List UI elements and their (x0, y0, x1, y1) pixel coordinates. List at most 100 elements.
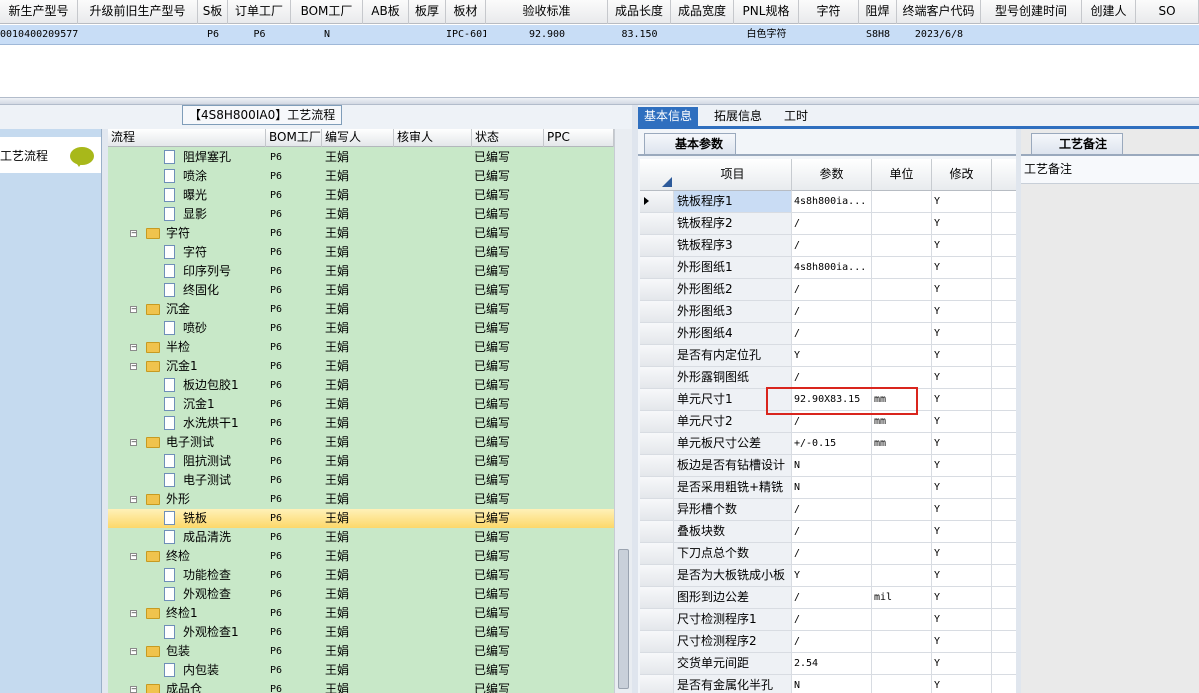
tree-row[interactable]: 功能检查 P6 王娟 已编写 (108, 566, 614, 585)
tab-process-remarks[interactable]: 工艺备注 (1031, 133, 1123, 154)
tree-row[interactable]: 字符 P6 王娟 已编写 (108, 243, 614, 262)
tree-node[interactable]: − 字符 (108, 224, 266, 243)
param-modify-cell[interactable]: Y (932, 323, 992, 344)
grid-cell[interactable]: N (291, 25, 363, 45)
param-value-cell[interactable]: / (792, 301, 872, 322)
param-row[interactable]: 下刀点总个数 / Y (640, 543, 1017, 565)
param-unit-cell[interactable] (872, 521, 932, 542)
select-all-corner-icon[interactable] (662, 177, 672, 187)
column-header[interactable]: 成品长度 (608, 0, 671, 24)
column-header[interactable]: 验收标准 (486, 0, 608, 24)
param-unit-cell[interactable] (872, 477, 932, 498)
param-unit-cell[interactable] (872, 653, 932, 674)
tree-row[interactable]: 阻焊塞孔 P6 王娟 已编写 (108, 148, 614, 167)
grid-cell[interactable]: 白色字符 (734, 25, 799, 45)
tree-row[interactable]: 铣板 P6 王娟 已编写 (108, 509, 614, 528)
tree-node[interactable]: 沉金1 (108, 395, 266, 414)
tree-node[interactable]: 显影 (108, 205, 266, 224)
param-unit-cell[interactable] (872, 543, 932, 564)
tree-row[interactable]: − 半检 P6 王娟 已编写 (108, 338, 614, 357)
param-row[interactable]: 是否有内定位孔 Y Y (640, 345, 1017, 367)
tree-node[interactable]: 阻抗测试 (108, 452, 266, 471)
row-header[interactable] (640, 301, 674, 322)
param-value-cell[interactable]: / (792, 213, 872, 234)
tree-node[interactable]: 字符 (108, 243, 266, 262)
tree-row[interactable]: 水洗烘干1 P6 王娟 已编写 (108, 414, 614, 433)
tree-node[interactable]: 曝光 (108, 186, 266, 205)
param-value-cell[interactable]: / (792, 323, 872, 344)
param-unit-cell[interactable] (872, 609, 932, 630)
param-value-cell[interactable]: / (792, 279, 872, 300)
param-column-header[interactable]: 单位 (872, 159, 932, 191)
row-header[interactable] (640, 191, 674, 212)
tree-node[interactable]: − 沉金1 (108, 357, 266, 376)
tree-node[interactable]: − 成品仓 (108, 680, 266, 693)
tree-row[interactable]: 板边包胶1 P6 王娟 已编写 (108, 376, 614, 395)
tree-row[interactable]: 外观检查1 P6 王娟 已编写 (108, 623, 614, 642)
param-modify-cell[interactable]: Y (932, 521, 992, 542)
row-header[interactable] (640, 543, 674, 564)
row-header[interactable] (640, 257, 674, 278)
collapse-icon[interactable]: − (130, 686, 137, 693)
param-row[interactable]: 异形槽个数 / Y (640, 499, 1017, 521)
param-row[interactable]: 外形露铜图纸 / Y (640, 367, 1017, 389)
param-unit-cell[interactable] (872, 367, 932, 388)
param-row[interactable]: 铣板程序3/ Y (640, 235, 1017, 257)
param-value-cell[interactable]: / (792, 521, 872, 542)
grid-cell[interactable]: 92.900 (486, 25, 608, 45)
tree-scroll-thumb[interactable] (618, 549, 629, 689)
param-modify-cell[interactable]: Y (932, 653, 992, 674)
tree-row[interactable]: − 终检 P6 王娟 已编写 (108, 547, 614, 566)
tree-node[interactable]: 内包装 (108, 661, 266, 680)
row-header[interactable] (640, 411, 674, 432)
grid-cell[interactable] (78, 25, 198, 45)
tree-node[interactable]: 外观检查1 (108, 623, 266, 642)
collapse-icon[interactable]: − (130, 648, 137, 655)
horizontal-splitter[interactable] (0, 97, 1199, 105)
tree-row[interactable]: − 沉金1 P6 王娟 已编写 (108, 357, 614, 376)
nav-item-process-flow[interactable]: 工艺流程 (0, 137, 101, 173)
param-modify-cell[interactable]: Y (932, 389, 992, 410)
param-value-cell[interactable]: / (792, 631, 872, 652)
grid-cell[interactable] (981, 25, 1082, 45)
row-header[interactable] (640, 455, 674, 476)
tree-column-header[interactable]: 核审人 (394, 129, 472, 147)
param-value-cell[interactable]: / (792, 367, 872, 388)
grid-cell[interactable]: S8H8 (859, 25, 897, 45)
tree-node[interactable]: − 半检 (108, 338, 266, 357)
tree-row[interactable]: 成品清洗 P6 王娟 已编写 (108, 528, 614, 547)
param-value-cell[interactable]: 2.54 (792, 653, 872, 674)
param-unit-cell[interactable] (872, 565, 932, 586)
column-header[interactable]: SO (1136, 0, 1199, 24)
param-modify-cell[interactable]: Y (932, 675, 992, 693)
tree-row[interactable]: − 电子测试 P6 王娟 已编写 (108, 433, 614, 452)
tree-node[interactable]: 喷涂 (108, 167, 266, 186)
param-modify-cell[interactable]: Y (932, 631, 992, 652)
param-row[interactable]: 交货单元间距 2.54 Y (640, 653, 1017, 675)
param-unit-cell[interactable] (872, 323, 932, 344)
grid-cell[interactable]: 83.150 (608, 25, 671, 45)
column-header[interactable]: 订单工厂 (228, 0, 291, 24)
column-header[interactable]: 板材 (446, 0, 486, 24)
tree-node[interactable]: − 外形 (108, 490, 266, 509)
row-header[interactable] (640, 499, 674, 520)
column-header[interactable]: 成品宽度 (671, 0, 734, 24)
tree-node[interactable]: − 包装 (108, 642, 266, 661)
tree-row[interactable]: 显影 P6 王娟 已编写 (108, 205, 614, 224)
param-modify-cell[interactable]: Y (932, 543, 992, 564)
tree-row[interactable]: 电子测试 P6 王娟 已编写 (108, 471, 614, 490)
param-value-cell[interactable]: N (792, 675, 872, 693)
grid-cell[interactable] (363, 25, 409, 45)
param-row[interactable]: 单元板尺寸公差 +/-0.15 mm Y (640, 433, 1017, 455)
param-row[interactable]: 外形图纸2/ Y (640, 279, 1017, 301)
row-header[interactable] (640, 279, 674, 300)
row-header[interactable] (640, 521, 674, 542)
column-header[interactable]: 终端客户代码 (897, 0, 981, 24)
tree-row[interactable]: − 字符 P6 王娟 已编写 (108, 224, 614, 243)
tree-row[interactable]: 曝光 P6 王娟 已编写 (108, 186, 614, 205)
param-value-cell[interactable]: / (792, 499, 872, 520)
param-modify-cell[interactable]: Y (932, 191, 992, 212)
grid-cell[interactable] (1082, 25, 1136, 45)
tree-column-header[interactable]: 流程 (108, 129, 266, 147)
param-modify-cell[interactable]: Y (932, 609, 992, 630)
